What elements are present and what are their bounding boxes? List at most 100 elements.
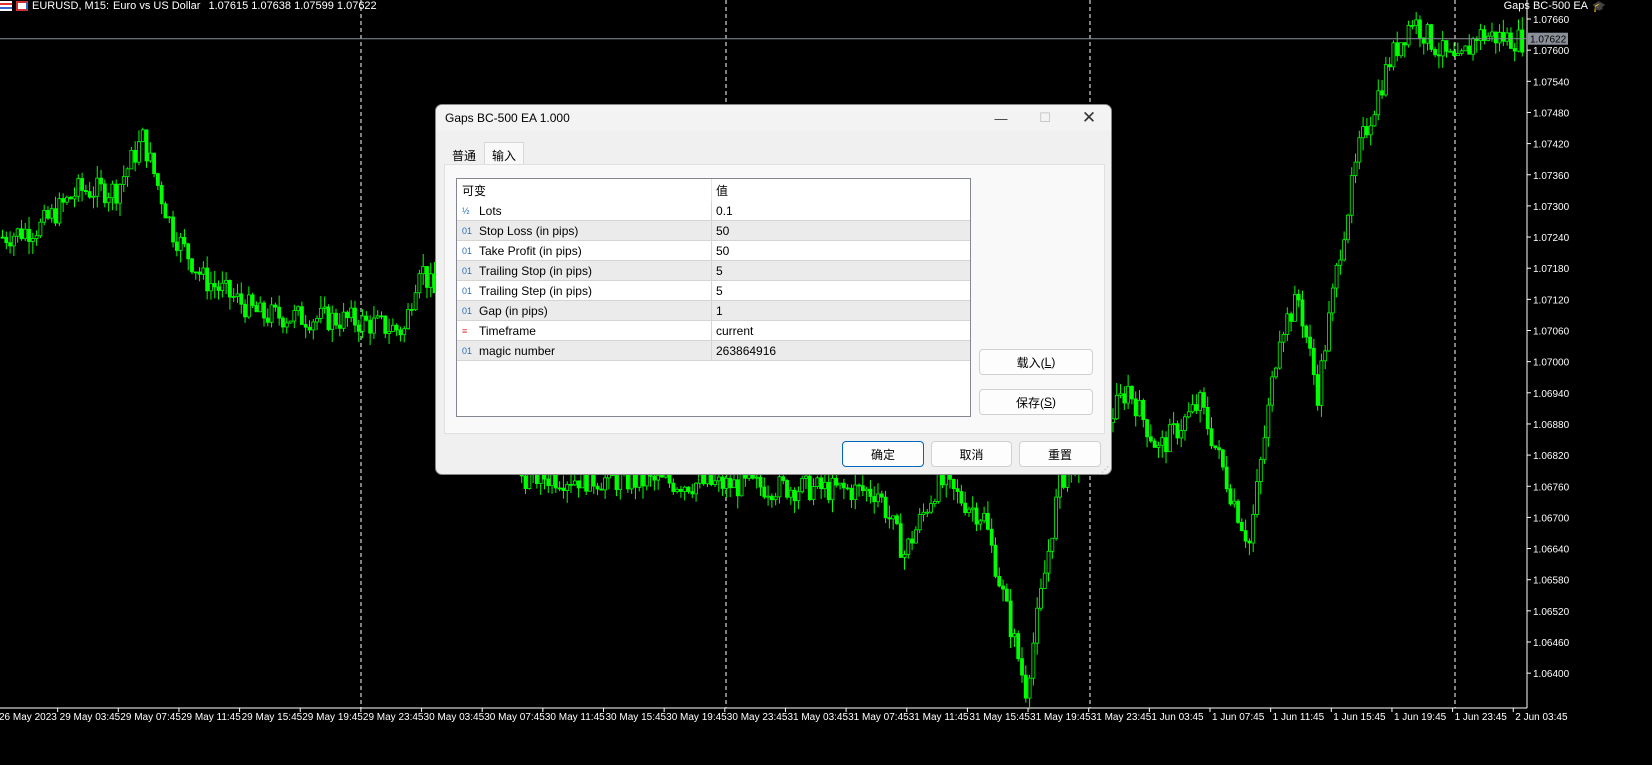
candle-body xyxy=(762,486,767,498)
param-row[interactable]: ½ Lots 0.1 xyxy=(457,201,970,221)
candle-body xyxy=(11,235,16,247)
candle-body xyxy=(250,294,255,306)
param-value[interactable]: 1 xyxy=(712,304,723,318)
tab-inputs[interactable]: 输入 xyxy=(484,142,525,165)
candle-body xyxy=(1118,393,1123,396)
param-value[interactable]: 0.1 xyxy=(712,204,733,218)
param-row[interactable]: 01 Take Profit (in pips) 50 xyxy=(457,241,970,261)
ea-label[interactable]: Gaps BC-500 EA xyxy=(1504,0,1588,12)
candle-body xyxy=(1183,416,1187,431)
tab-common[interactable]: 普通 xyxy=(444,142,484,164)
title-bar[interactable]: Gaps BC-500 EA 1.000 — ☐ ✕ xyxy=(436,105,1111,131)
candle-body xyxy=(1035,607,1040,644)
candle-body xyxy=(656,474,661,481)
param-name: Trailing Stop (in pips) xyxy=(479,263,592,278)
candle-body xyxy=(1455,53,1460,57)
candle-body xyxy=(315,317,319,323)
candle-body xyxy=(114,183,119,204)
candle-body xyxy=(1239,521,1244,532)
price-tick-label: 1.06760 xyxy=(1533,482,1570,493)
candle-body xyxy=(1145,419,1149,438)
time-tick-label: 29 May 07:45 xyxy=(120,712,181,723)
candle-body xyxy=(152,152,157,175)
candle-body xyxy=(300,306,304,325)
candle-body xyxy=(1046,550,1051,574)
candle-body xyxy=(1440,40,1445,57)
candle-body xyxy=(891,515,896,520)
column-header-value[interactable]: 值 xyxy=(712,182,728,199)
candle-body xyxy=(110,183,115,199)
param-value[interactable]: 5 xyxy=(712,264,723,278)
candle-body xyxy=(57,198,62,224)
candle-body xyxy=(629,472,634,490)
candle-body xyxy=(345,311,350,319)
param-row[interactable]: 01 Trailing Step (in pips) 5 xyxy=(457,281,970,301)
candle-body xyxy=(754,476,759,479)
param-value[interactable]: 50 xyxy=(712,224,729,238)
candle-body xyxy=(758,476,763,488)
candle-body xyxy=(1171,423,1176,426)
price-tick-label: 1.07240 xyxy=(1533,233,1570,244)
candle-body xyxy=(1224,466,1229,490)
save-button[interactable]: 保存(S) xyxy=(979,389,1093,415)
candle-body xyxy=(1023,674,1028,699)
menu-icon[interactable] xyxy=(0,1,12,11)
candle-body xyxy=(277,306,282,319)
candle-body xyxy=(572,480,577,486)
candle-body xyxy=(879,493,884,498)
param-row[interactable]: 01 Gap (in pips) 1 xyxy=(457,301,970,321)
candle-body xyxy=(811,486,816,501)
candle-body xyxy=(1232,500,1237,505)
reset-button[interactable]: 重置 xyxy=(1019,441,1101,467)
price-tick-label: 1.07600 xyxy=(1533,46,1570,57)
ea-properties-dialog: Gaps BC-500 EA 1.000 — ☐ ✕ 普通 输入 可变 值 ½L… xyxy=(435,104,1112,475)
time-tick-label: 30 May 11:45 xyxy=(545,712,605,723)
time-tick-label: 30 May 23:45 xyxy=(727,712,788,723)
time-tick-label: 30 May 07:45 xyxy=(484,712,545,723)
candle-body xyxy=(644,474,649,487)
candle-body xyxy=(849,487,854,501)
candle-body xyxy=(561,487,566,491)
param-value[interactable]: 263864916 xyxy=(712,344,776,358)
candle-body xyxy=(38,221,43,237)
resize-grip-icon[interactable]: ⋰ xyxy=(1101,465,1109,474)
param-value[interactable]: current xyxy=(712,324,753,338)
ok-button[interactable]: 确定 xyxy=(842,441,924,467)
candle-body xyxy=(565,483,570,491)
param-row[interactable]: 01 Stop Loss (in pips) 50 xyxy=(457,221,970,241)
candle-body xyxy=(1209,428,1214,447)
param-name: Take Profit (in pips) xyxy=(479,243,582,258)
candle-body xyxy=(917,514,922,531)
candle-body xyxy=(978,520,983,525)
load-button[interactable]: 载入(L) xyxy=(979,349,1093,375)
candle-body xyxy=(686,486,691,492)
param-value[interactable]: 5 xyxy=(712,284,723,298)
candle-body xyxy=(667,474,672,484)
minimize-button[interactable]: — xyxy=(979,105,1023,131)
candle-body xyxy=(1323,350,1328,362)
candle-body xyxy=(413,292,418,311)
param-row[interactable]: 01 magic number 263864916 xyxy=(457,341,970,361)
column-header-variable[interactable]: 可变 xyxy=(457,179,712,201)
candle-body xyxy=(1243,530,1248,542)
param-value[interactable]: 50 xyxy=(712,244,729,258)
candle-body xyxy=(569,483,573,486)
candle-body xyxy=(989,528,994,546)
price-tick-label: 1.07660 xyxy=(1533,15,1570,26)
cancel-button[interactable]: 取消 xyxy=(931,441,1012,467)
candle-body xyxy=(1054,496,1059,539)
candle-body xyxy=(1285,313,1290,335)
int-type-icon: 01 xyxy=(462,245,473,256)
candle-body xyxy=(148,152,153,162)
maximize-button[interactable]: ☐ xyxy=(1023,105,1067,131)
param-row[interactable]: 01 Trailing Stop (in pips) 5 xyxy=(457,261,970,281)
candle-body xyxy=(1042,572,1047,589)
symbol-icon[interactable] xyxy=(16,1,28,11)
candle-body xyxy=(1050,537,1055,552)
candle-body xyxy=(1471,38,1475,55)
candle-body xyxy=(15,228,20,237)
candle-body xyxy=(724,477,729,489)
param-row[interactable]: ≡ Timeframe current xyxy=(457,321,970,341)
close-button[interactable]: ✕ xyxy=(1067,105,1111,131)
candle-body xyxy=(30,238,35,242)
